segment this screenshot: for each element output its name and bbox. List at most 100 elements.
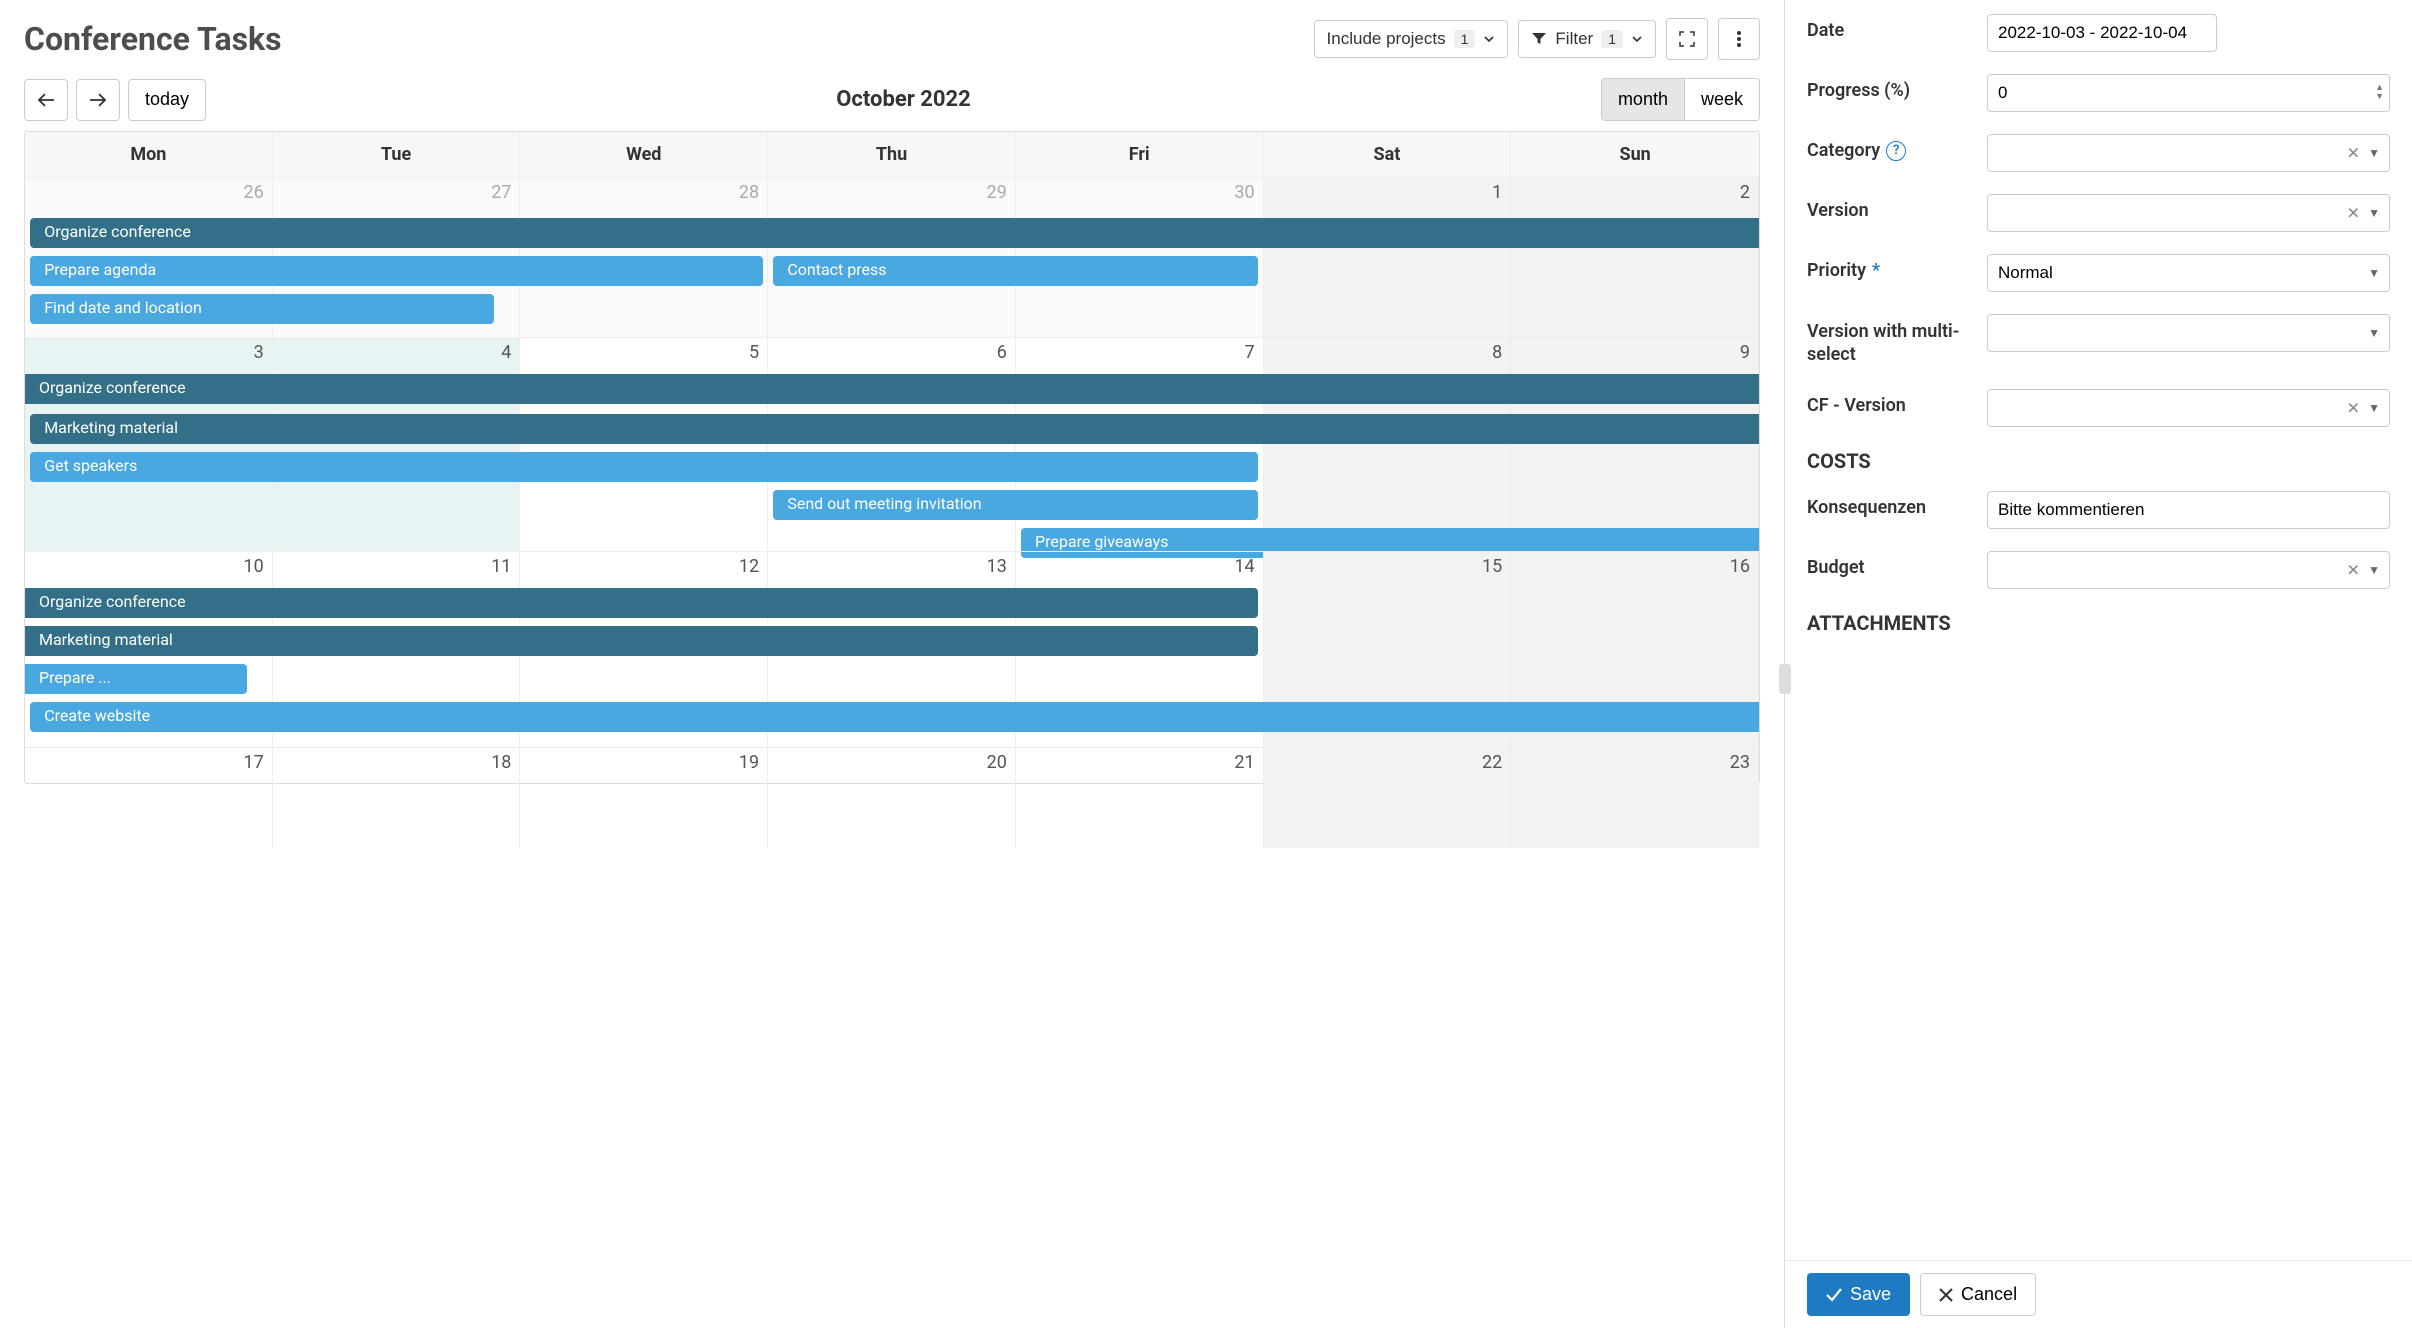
calendar-day-cell[interactable]: 18 [273,748,521,848]
weekday-header-cell: Wed [520,132,768,177]
arrow-right-icon [89,93,107,107]
version-field[interactable] [1987,194,2390,232]
calendar-day-cell[interactable]: 21 [1016,748,1264,848]
clear-icon[interactable]: ✕ [2347,398,2360,417]
calendar-weekday-header: MonTueWedThuFriSatSun [25,132,1759,177]
weekday-header-cell: Tue [273,132,521,177]
calendar-day-cell[interactable]: 1 [1264,178,1512,337]
clear-icon[interactable]: ✕ [2347,144,2360,163]
progress-field[interactable] [1987,74,2390,112]
header-controls: Include projects 1 Filter 1 [1314,18,1760,60]
clear-icon[interactable]: ✕ [2347,204,2360,223]
kebab-icon [1736,30,1742,48]
calendar-event[interactable]: Marketing material [25,626,1258,656]
calendar-day-cell[interactable]: 3 [25,338,273,551]
help-icon[interactable]: ? [1886,141,1906,161]
next-button[interactable] [76,79,120,121]
view-week-button[interactable]: week [1685,79,1759,120]
weekday-header-cell: Thu [768,132,1016,177]
chevron-down-icon [1483,33,1495,45]
cf-version-label: CF - Version [1807,389,1975,416]
priority-label: Priority * [1807,254,1975,281]
weekday-header-cell: Sun [1511,132,1759,177]
button-bar: Save Cancel [1785,1260,2412,1328]
calendar-week-row: 3456789Organize conferenceMarketing mate… [25,337,1759,551]
calendar-body: 262728293012Organize conferencePrepare a… [25,177,1759,783]
calendar-toolbar: today October 2022 month week [24,78,1760,121]
fullscreen-icon [1678,30,1696,48]
clear-icon[interactable]: ✕ [2347,560,2360,579]
calendar-title: October 2022 [836,87,970,112]
version-label: Version [1807,194,1975,221]
detail-panel: Date Progress (%) ▲▼ Category ? [1784,0,2412,1328]
filter-label: Filter [1555,29,1593,49]
calendar-nav: today [24,79,206,121]
calendar-event[interactable]: Get speakers [30,452,1258,482]
calendar-event[interactable]: Send out meeting invitation [773,490,1258,520]
calendar-week-row: 262728293012Organize conferencePrepare a… [25,177,1759,337]
calendar-day-cell[interactable]: 19 [520,748,768,848]
include-projects-button[interactable]: Include projects 1 [1314,20,1509,58]
filter-icon [1531,31,1547,47]
today-button[interactable]: today [128,79,206,121]
calendar-event[interactable]: Organize conference [25,374,1759,404]
priority-field[interactable] [1987,254,2390,292]
costs-heading: COSTS [1807,449,2390,473]
check-icon [1826,1288,1842,1302]
save-button[interactable]: Save [1807,1273,1910,1316]
version-multi-label: Version with multi-select [1807,314,1975,367]
prev-button[interactable] [24,79,68,121]
filter-button[interactable]: Filter 1 [1518,20,1656,58]
category-field[interactable] [1987,134,2390,172]
fullscreen-button[interactable] [1666,18,1708,60]
konsequenzen-field[interactable] [1987,491,2390,529]
arrow-left-icon [37,93,55,107]
date-label: Date [1807,14,1975,41]
calendar-day-cell[interactable]: 5 [520,338,768,551]
budget-field[interactable] [1987,551,2390,589]
calendar-event[interactable]: Prepare ... [25,664,247,694]
calendar-day-cell[interactable]: 9 [1511,338,1759,551]
budget-label: Budget [1807,551,1975,578]
calendar-event[interactable]: Organize conference [30,218,1759,248]
calendar-event[interactable]: Contact press [773,256,1258,286]
close-icon [1939,1288,1953,1302]
calendar-week-row: 10111213141516Organize conferenceMarketi… [25,551,1759,747]
attachments-heading: ATTACHMENTS [1807,611,2390,635]
calendar-day-cell[interactable]: 8 [1264,338,1512,551]
panel-resize-handle[interactable] [1779,664,1791,694]
calendar-event[interactable]: Prepare agenda [30,256,763,286]
category-label: Category ? [1807,134,1975,161]
calendar-day-cell[interactable]: 17 [25,748,273,848]
include-projects-count: 1 [1454,30,1476,48]
calendar-day-cell[interactable]: 2 [1511,178,1759,337]
konsequenzen-label: Konsequenzen [1807,491,1975,518]
calendar-event[interactable]: Create website [30,702,1759,732]
calendar-event[interactable]: Marketing material [30,414,1759,444]
stepper-icon[interactable]: ▲▼ [2375,84,2384,102]
page-title: Conference Tasks [24,20,282,58]
include-projects-label: Include projects [1327,29,1446,49]
view-switch: month week [1601,78,1760,121]
cancel-button[interactable]: Cancel [1920,1273,2036,1316]
calendar-event[interactable]: Find date and location [30,294,494,324]
calendar-week-row: 17181920212223 [25,747,1759,783]
weekday-header-cell: Mon [25,132,273,177]
weekday-header-cell: Sat [1264,132,1512,177]
progress-label: Progress (%) [1807,74,1975,101]
calendar-day-cell[interactable]: 4 [273,338,521,551]
calendar-day-cell[interactable]: 23 [1511,748,1759,848]
header: Conference Tasks Include projects 1 Filt… [24,12,1760,72]
chevron-down-icon [1631,33,1643,45]
calendar-day-cell[interactable]: 22 [1264,748,1512,848]
version-multi-field[interactable] [1987,314,2390,352]
cf-version-field[interactable] [1987,389,2390,427]
more-button[interactable] [1718,18,1760,60]
date-field[interactable] [1987,14,2217,52]
calendar: MonTueWedThuFriSatSun 262728293012Organi… [24,131,1760,784]
calendar-day-cell[interactable]: 20 [768,748,1016,848]
weekday-header-cell: Fri [1016,132,1264,177]
filter-count: 1 [1601,30,1623,48]
calendar-event[interactable]: Organize conference [25,588,1258,618]
view-month-button[interactable]: month [1602,79,1685,120]
